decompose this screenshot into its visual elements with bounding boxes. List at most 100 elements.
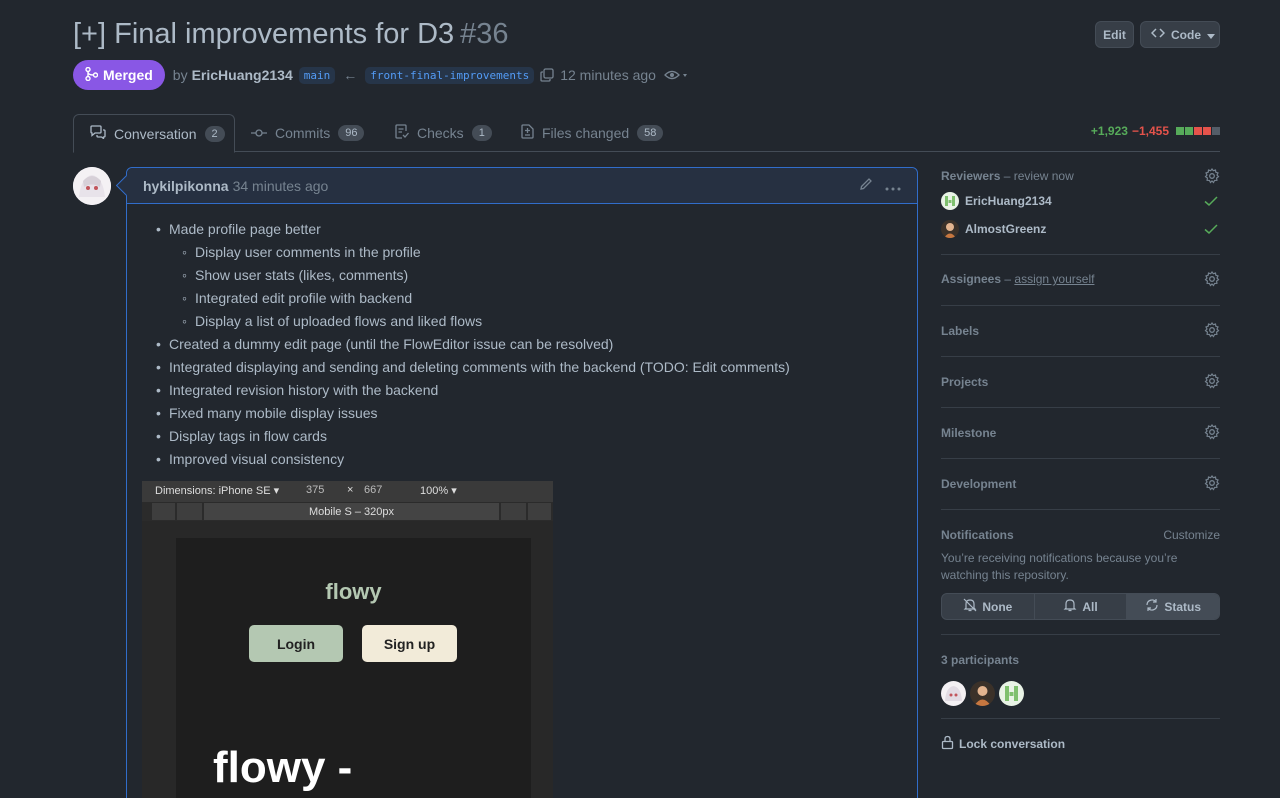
tab-count: 96 <box>338 125 365 141</box>
devtools-toolbar: Dimensions: iPhone SE ▾ 375 × 667 100% ▾ <box>142 481 553 502</box>
comment-author[interactable]: hykilpikonna <box>143 178 229 194</box>
code-button[interactable]: Code <box>1140 21 1220 48</box>
notif-status-button[interactable]: Status <box>1127 594 1219 619</box>
comment-body: Made profile page betterDisplay user com… <box>143 218 901 471</box>
avatar[interactable] <box>73 167 111 205</box>
breakpoint-segment <box>152 503 176 520</box>
development-title[interactable]: Development <box>941 477 1016 491</box>
sidebar: Reviewers – review now EricHuang2134 Alm… <box>941 160 1220 769</box>
lock-conversation-button[interactable]: Lock conversation <box>941 735 1065 753</box>
base-branch[interactable]: main <box>298 66 336 84</box>
breakpoint-segment: Mobile S – 320px <box>204 503 500 520</box>
gear-icon[interactable] <box>1204 373 1220 392</box>
diffstat-block <box>1212 127 1220 135</box>
development-section: Development <box>941 459 1220 510</box>
gear-icon[interactable] <box>1204 424 1220 443</box>
check-icon <box>1204 222 1218 238</box>
by-label: by <box>172 67 188 83</box>
copy-icon[interactable] <box>540 68 554 82</box>
gear-icon[interactable] <box>1204 271 1220 290</box>
mobile-preview: flowy Login Sign up flowy - <box>176 538 531 798</box>
gear-icon[interactable] <box>1204 475 1220 494</box>
diffstat-blocks <box>1176 127 1220 135</box>
sub-list-item: Display a list of uploaded flows and lik… <box>143 310 901 333</box>
notif-all-button[interactable]: All <box>1035 594 1128 619</box>
bell-icon <box>1063 598 1077 615</box>
hero-heading: flowy - <box>213 743 353 792</box>
page-title: [+] Final improvements for D3 #36 <box>73 18 509 51</box>
breakpoint-label: Mobile S – 320px <box>309 505 394 518</box>
avatar <box>941 192 959 210</box>
edit-button[interactable]: Edit <box>1095 21 1134 48</box>
merge-icon <box>85 66 99 84</box>
reviewers-title[interactable]: Reviewers – review now <box>941 169 1074 183</box>
participants-list <box>941 681 1024 706</box>
gear-icon[interactable] <box>1204 322 1220 341</box>
assignees-title[interactable]: Assignees – assign yourself <box>941 272 1094 286</box>
tab-commits[interactable]: Commits 96 <box>235 114 380 152</box>
code-icon <box>1150 27 1166 42</box>
author-link[interactable]: EricHuang2134 <box>192 67 293 83</box>
sub-list-item: Show user stats (likes, comments) <box>143 264 901 287</box>
tab-count: 58 <box>637 125 664 141</box>
flowy-logo: flowy <box>325 579 382 604</box>
labels-section: Labels <box>941 306 1220 357</box>
tab-label: Files changed <box>542 125 630 141</box>
kebab-horizontal-icon[interactable] <box>885 178 901 194</box>
list-item: Integrated displaying and sending and de… <box>143 356 901 379</box>
signup-button: Sign up <box>362 625 457 662</box>
pencil-icon[interactable] <box>859 177 873 194</box>
reviewer-item[interactable]: AlmostGreenz <box>941 220 1046 238</box>
projects-section: Projects <box>941 357 1220 408</box>
milestone-title[interactable]: Milestone <box>941 426 996 440</box>
pr-time: 12 minutes ago <box>560 67 656 83</box>
avatar[interactable] <box>941 681 966 706</box>
projects-title[interactable]: Projects <box>941 375 988 389</box>
notif-none-button[interactable]: None <box>942 594 1035 619</box>
avatar[interactable] <box>970 681 995 706</box>
zoom-select: 100% ▾ <box>420 485 457 497</box>
assignees-title-text: Assignees <box>941 272 1002 286</box>
head-branch[interactable]: front-final-improvements <box>365 66 535 84</box>
tab-conversation[interactable]: Conversation 2 <box>73 114 235 153</box>
assign-yourself-link[interactable]: assign yourself <box>1014 272 1094 286</box>
reviewer-item[interactable]: EricHuang2134 <box>941 192 1052 210</box>
diffstat-block <box>1194 127 1202 135</box>
sub-list-item: Integrated edit profile with backend <box>143 287 901 310</box>
gear-icon[interactable] <box>1204 168 1220 187</box>
tab-count: 2 <box>204 125 225 142</box>
lock-label: Lock conversation <box>959 737 1066 751</box>
pr-number: #36 <box>460 18 509 50</box>
reviewers-title-text: Reviewers <box>941 169 1001 183</box>
reviewers-section: Reviewers – review now EricHuang2134 Alm… <box>941 160 1220 255</box>
height-value: 667 <box>364 484 383 496</box>
participants-title: 3 participants <box>941 653 1020 667</box>
pr-tabs: Conversation 2 Commits 96 Checks 1 Files… <box>73 114 1220 153</box>
embedded-screenshot: Dimensions: iPhone SE ▾ 375 × 667 100% ▾… <box>142 481 553 798</box>
diffstat-block <box>1176 127 1184 135</box>
diffstat-block <box>1203 127 1211 135</box>
merged-badge: Merged <box>73 60 165 90</box>
code-label: Code <box>1171 27 1201 42</box>
check-icon <box>1204 194 1218 210</box>
caret-down-icon <box>1207 28 1215 42</box>
notifications-title: Notifications <box>941 528 1014 542</box>
notifications-toggle: None All Status <box>941 593 1220 620</box>
customize-link[interactable]: Customize <box>1163 528 1220 542</box>
labels-title[interactable]: Labels <box>941 324 979 338</box>
tab-files-changed[interactable]: Files changed 58 <box>505 114 679 152</box>
reviewers-note: – review now <box>1003 169 1074 183</box>
tab-checks[interactable]: Checks 1 <box>379 114 508 152</box>
breakpoint-bar: Mobile S – 320px <box>142 502 553 521</box>
edit-label: Edit <box>1103 27 1126 42</box>
pr-meta: Merged by EricHuang2134 main ← front-fin… <box>73 60 773 90</box>
avatar[interactable] <box>999 681 1024 706</box>
breakpoint-segment <box>528 503 552 520</box>
comment-time[interactable]: 34 minutes ago <box>233 178 329 194</box>
notifications-section: Notifications Customize You’re receiving… <box>941 510 1220 635</box>
breakpoint-segment <box>177 503 203 520</box>
checklist-icon <box>395 124 409 142</box>
eye-icon[interactable] <box>664 69 688 81</box>
file-diff-icon <box>521 124 534 142</box>
title-row: [+] Final improvements for D3 #36 Edit Co… <box>73 16 1220 56</box>
